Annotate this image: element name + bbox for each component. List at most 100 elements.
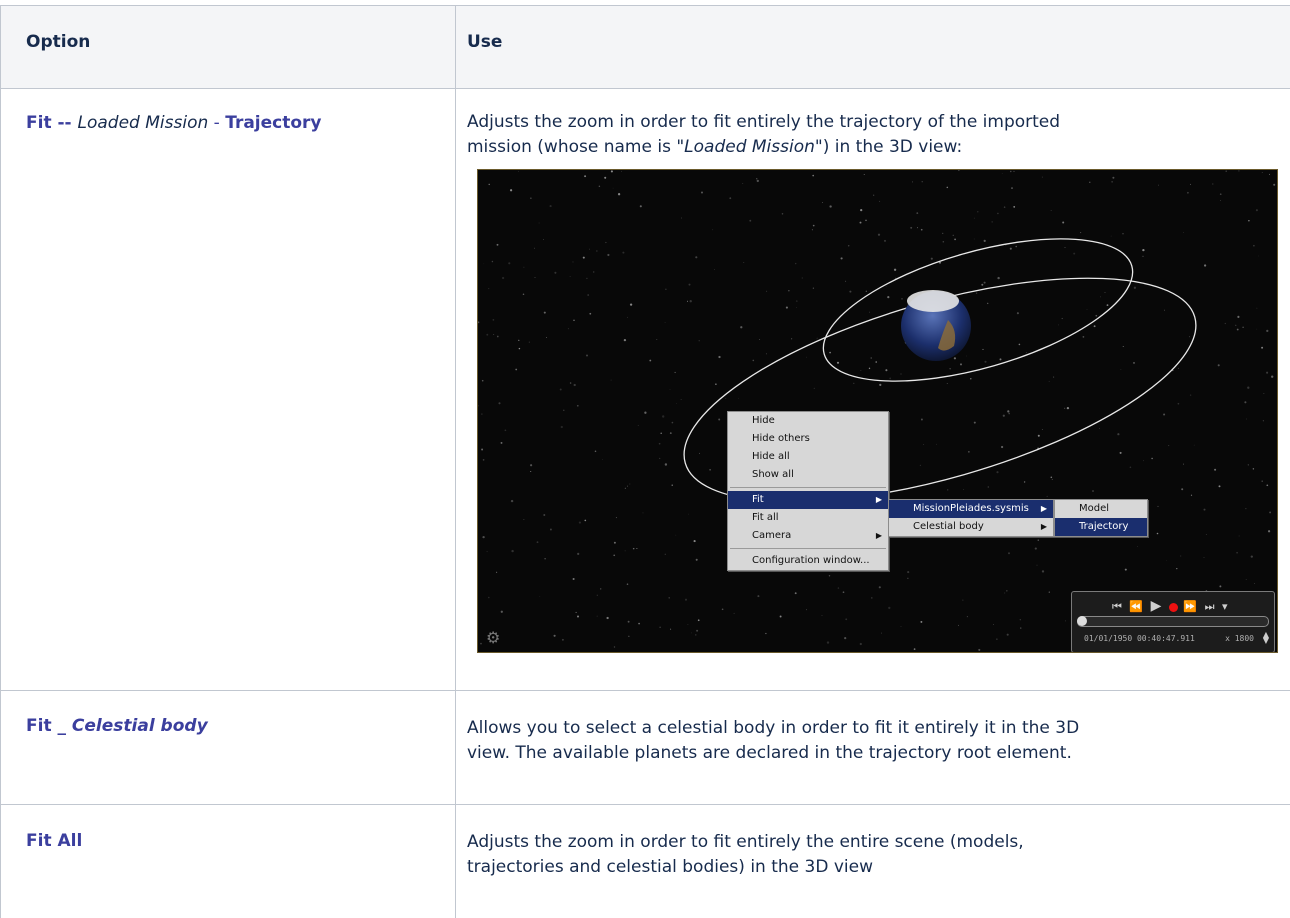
star [544,558,546,560]
menu-item-fit-all[interactable]: Fit all [728,509,888,527]
star [952,234,954,236]
submenu-item-model[interactable]: Model [1055,500,1147,518]
star [1158,184,1159,186]
star [877,233,881,236]
record-icon[interactable] [1168,602,1178,612]
star [953,357,957,360]
star [1122,233,1124,235]
star [733,612,735,614]
star [626,583,629,585]
submenu-item-celestial-body[interactable]: Celestial body ▶ [889,518,1053,536]
star [860,208,863,212]
skip-end-icon[interactable]: ⏭ [1205,600,1217,613]
star [578,521,581,524]
star [572,577,575,581]
star [1219,193,1222,196]
star [689,300,692,303]
star [1176,567,1178,570]
star [1235,324,1237,326]
play-icon[interactable]: ▶ [1151,598,1164,614]
star [781,213,784,215]
star [987,486,989,488]
star [742,182,744,184]
description-text: ") in the 3D view: [814,137,963,157]
star [978,648,981,651]
star [617,193,621,196]
star [627,620,630,623]
menu-item-hide-all[interactable]: Hide all [728,448,888,466]
speed-stepper-icon[interactable]: ▲ ▼ [1263,631,1269,645]
star [878,586,881,589]
star [624,550,626,552]
submenu-arrow-icon: ▶ [1040,504,1047,513]
timeline-slider[interactable] [1077,616,1269,627]
star [1099,427,1101,429]
star [869,311,870,313]
fast-forward-icon[interactable]: ⏩ [1183,600,1199,613]
star [889,377,892,380]
submenu-item-trajectory[interactable]: Trajectory [1055,518,1147,536]
star [698,452,700,454]
trajectory-orbit-small [822,238,1134,382]
star [1187,191,1189,194]
star [1253,244,1255,247]
star [584,175,587,178]
option-text: Trajectory [225,113,322,133]
option-fit-all: Fit All [26,831,82,851]
submenu-arrow-icon: ▶ [1040,522,1047,531]
star [936,443,937,445]
menu-item-configuration-window[interactable]: Configuration window... [728,552,888,570]
menu-item-hide-others[interactable]: Hide others [728,430,888,448]
gear-icon[interactable]: ⚙ [486,628,500,647]
submenu-item-mission[interactable]: MissionPleiades.sysmis ▶ [889,500,1053,518]
star [900,626,902,627]
star [888,606,891,610]
star [1166,560,1168,561]
menu-item-fit[interactable]: Fit ▶ [728,491,888,509]
star [946,186,949,189]
star [1037,539,1040,541]
star [1261,480,1263,482]
star [1100,296,1101,298]
star [973,421,976,424]
star [1237,315,1240,318]
star [1120,369,1122,370]
description-line: Adjusts the zoom in order to fit entirel… [467,112,1061,132]
star [530,464,533,467]
star [1058,324,1059,326]
skip-start-icon[interactable]: ⏮ [1112,600,1124,613]
star [1061,317,1063,320]
star [664,463,668,466]
star [577,615,579,618]
star [636,547,638,550]
star [1189,394,1192,396]
star [543,311,546,314]
star [765,632,767,635]
star [1181,488,1184,491]
star [1143,460,1144,462]
star [960,363,962,366]
star [1238,170,1240,172]
playback-speed: x 1800 [1225,634,1254,643]
star [1193,444,1195,446]
slider-handle[interactable] [1077,616,1087,626]
star [1245,508,1247,510]
star [488,183,490,186]
playback-time: 01/01/1950 00:40:47.911 [1084,634,1195,643]
star [966,355,968,357]
dropdown-icon[interactable]: ▾ [1222,600,1230,613]
star [542,239,544,241]
menu-item-hide[interactable]: Hide [728,412,888,430]
option-text: - [208,113,226,133]
rewind-icon[interactable]: ⏪ [1129,600,1145,613]
star [1266,371,1269,374]
menu-item-camera[interactable]: Camera ▶ [728,527,888,545]
star [539,596,541,597]
star [718,418,721,421]
star [572,261,574,263]
star [958,170,960,171]
star [801,277,803,279]
star [1046,495,1048,497]
menu-item-show-all[interactable]: Show all [728,466,888,484]
star [1011,187,1013,190]
